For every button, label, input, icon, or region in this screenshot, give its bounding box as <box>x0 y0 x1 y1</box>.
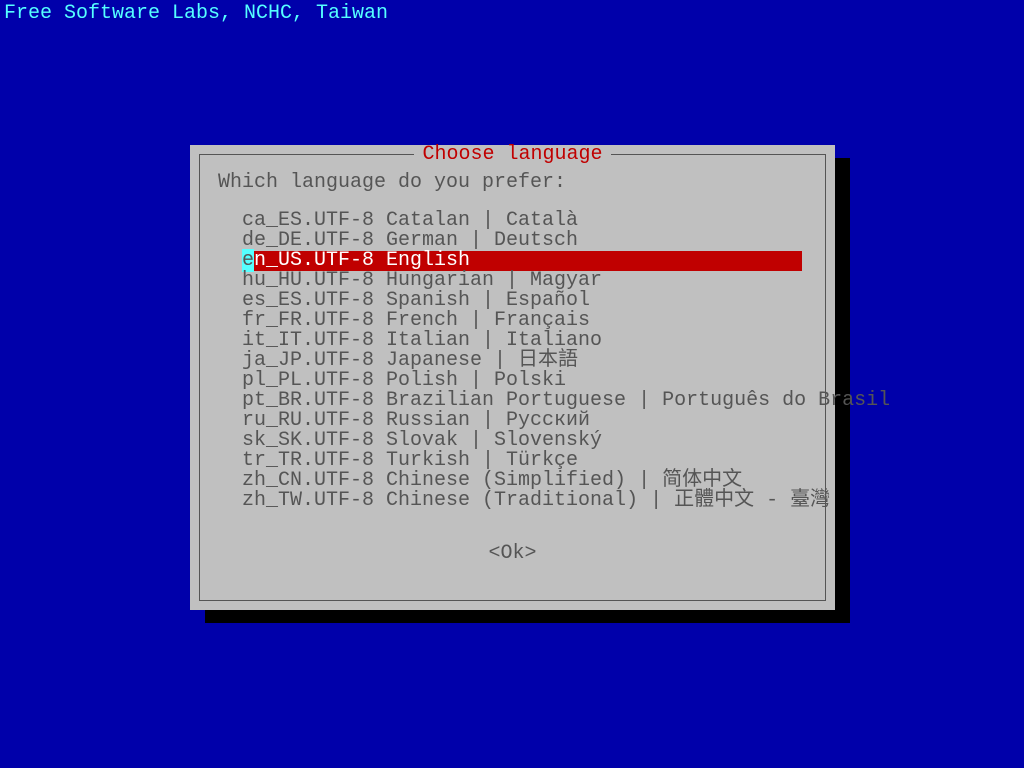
language-item[interactable]: es_ES.UTF-8 Spanish | Español <box>218 291 807 311</box>
language-item[interactable]: fr_FR.UTF-8 French | Français <box>218 311 807 331</box>
selected-text: n_US.UTF-8 English <box>254 251 802 271</box>
language-item-label: en_US.UTF-8 English <box>242 251 802 271</box>
language-item[interactable]: zh_TW.UTF-8 Chinese (Traditional) | 正體中文… <box>218 491 807 511</box>
language-item[interactable]: ru_RU.UTF-8 Russian | Русский <box>218 411 807 431</box>
language-item[interactable]: ca_ES.UTF-8 Catalan | Català <box>218 211 807 231</box>
dialog-body: Which language do you prefer: ca_ES.UTF-… <box>218 173 807 582</box>
language-item[interactable]: pt_BR.UTF-8 Brazilian Portuguese | Portu… <box>218 391 807 411</box>
dialog-title: Choose language <box>414 145 610 165</box>
language-item[interactable]: de_DE.UTF-8 German | Deutsch <box>218 231 807 251</box>
header-text: Free Software Labs, NCHC, Taiwan <box>4 4 388 24</box>
language-list[interactable]: ca_ES.UTF-8 Catalan | Catalàde_DE.UTF-8 … <box>218 211 807 511</box>
language-item[interactable]: ja_JP.UTF-8 Japanese | 日本語 <box>218 351 807 371</box>
language-item[interactable]: pl_PL.UTF-8 Polish | Polski <box>218 371 807 391</box>
ok-button[interactable]: <Ok> <box>488 542 536 565</box>
language-item[interactable]: hu_HU.UTF-8 Hungarian | Magyar <box>218 271 807 291</box>
language-item[interactable]: sk_SK.UTF-8 Slovak | Slovenský <box>218 431 807 451</box>
language-item[interactable]: it_IT.UTF-8 Italian | Italiano <box>218 331 807 351</box>
language-item-label: zh_TW.UTF-8 Chinese (Traditional) | 正體中文… <box>242 489 830 512</box>
language-dialog: Choose language Which language do you pr… <box>190 145 835 610</box>
dialog-prompt: Which language do you prefer: <box>218 173 807 193</box>
language-item[interactable]: tr_TR.UTF-8 Turkish | Türkçe <box>218 451 807 471</box>
language-item[interactable]: en_US.UTF-8 English <box>218 251 807 271</box>
language-item[interactable]: zh_CN.UTF-8 Chinese (Simplified) | 简体中文 <box>218 471 807 491</box>
dialog-border: Choose language Which language do you pr… <box>199 154 826 601</box>
